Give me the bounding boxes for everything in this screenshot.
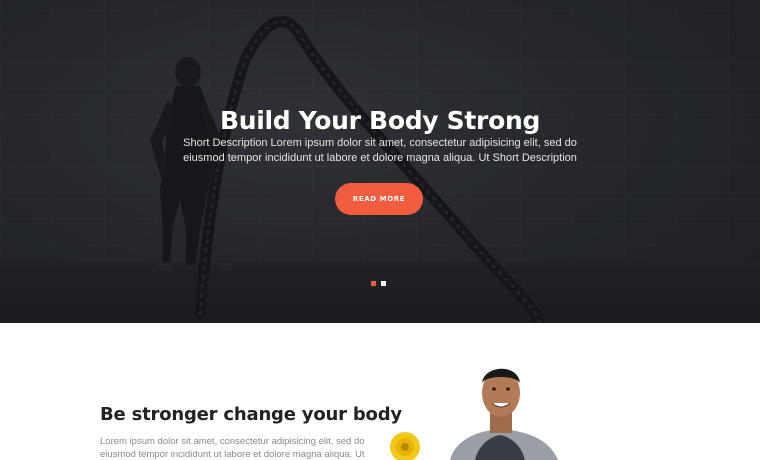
- page: Build Your Body Strong Short Description…: [0, 0, 760, 460]
- about-section: Be stronger change your body Lorem ipsum…: [0, 323, 760, 460]
- slider-dot-2[interactable]: [381, 281, 386, 286]
- hero-slider: Build Your Body Strong Short Description…: [0, 0, 760, 323]
- slider-pagination: [371, 281, 386, 286]
- section-text: Lorem ipsum dolor sit amet, consectetur …: [100, 436, 365, 460]
- trainer-image: [390, 368, 558, 460]
- hero-title: Build Your Body Strong: [219, 106, 541, 135]
- read-more-button[interactable]: READ MORE: [335, 183, 423, 215]
- section-heading: Be stronger change your body: [100, 404, 402, 425]
- hero-description: Short Description Lorem ipsum dolor sit …: [183, 137, 577, 164]
- slider-dot-1[interactable]: [371, 281, 376, 286]
